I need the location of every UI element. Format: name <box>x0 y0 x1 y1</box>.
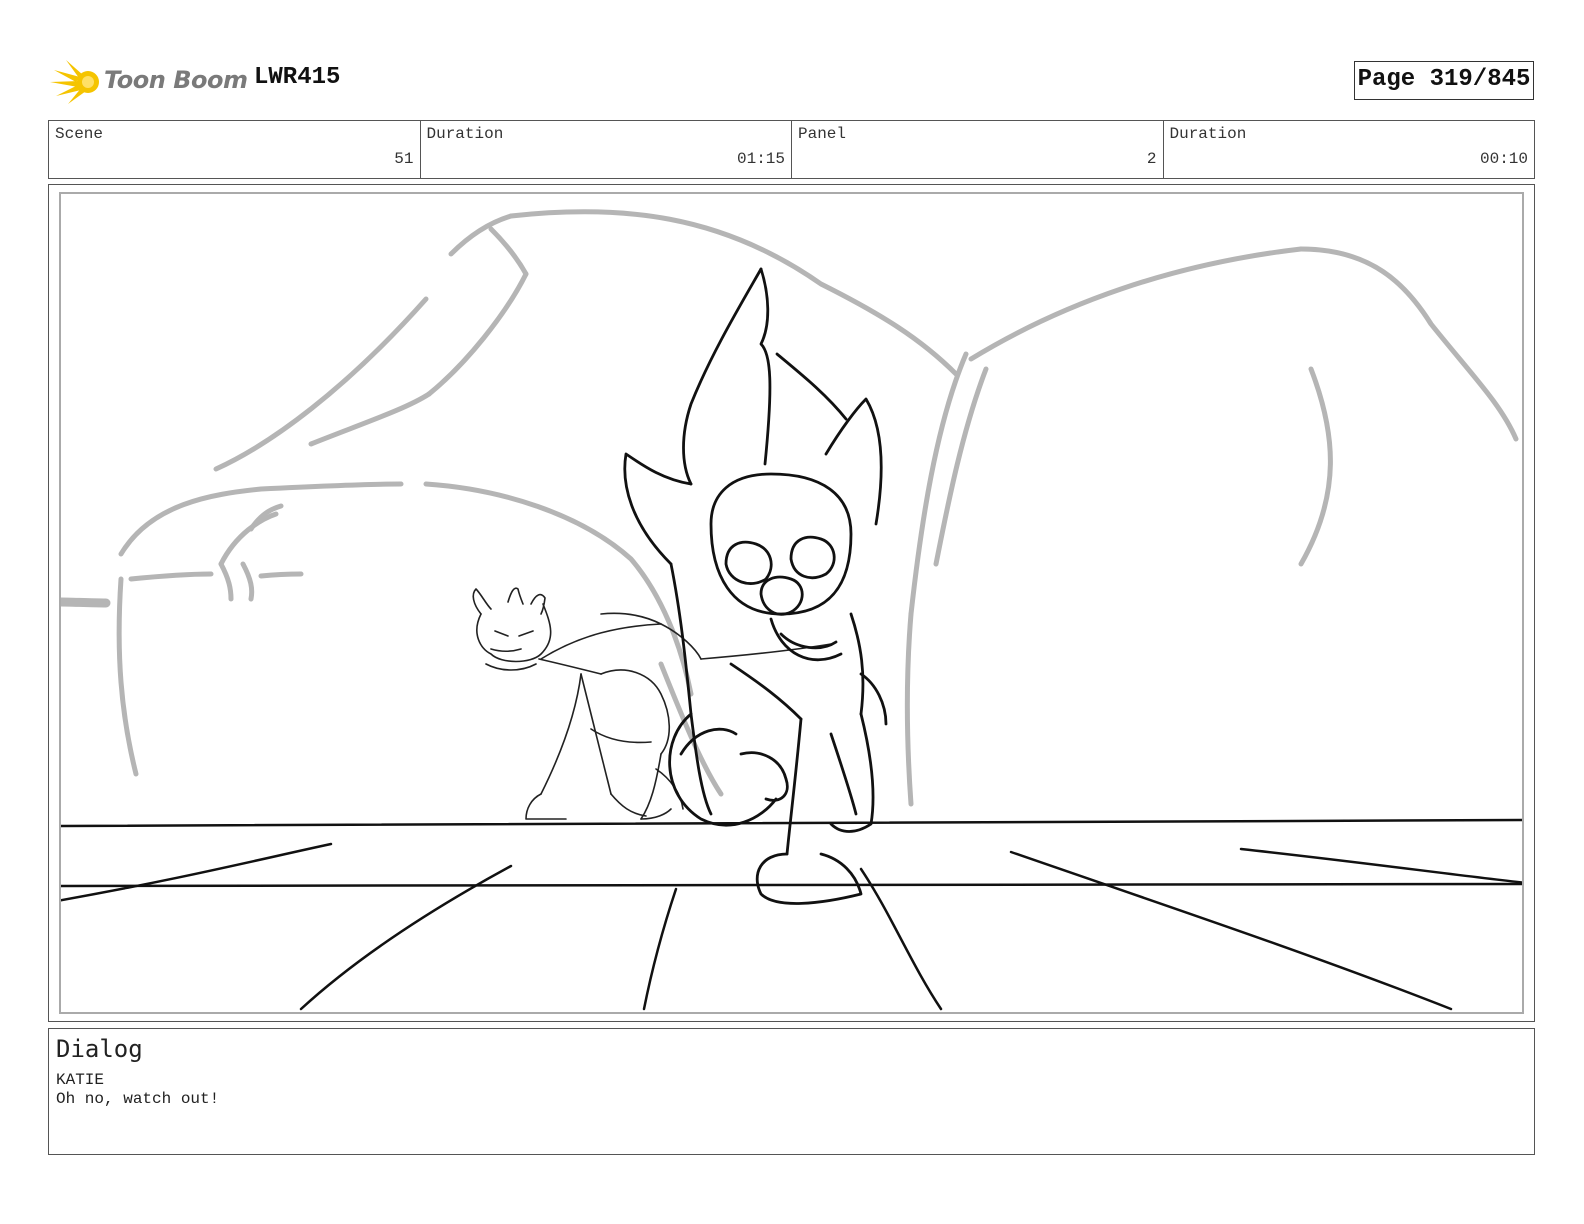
panel-label: Panel <box>798 125 847 143</box>
project-code: LWR415 <box>254 64 341 91</box>
storyboard-sketch-image <box>61 209 1522 1011</box>
scene-cell: Scene 51 <box>49 121 421 178</box>
dialog-line: Oh no, watch out! <box>56 1090 220 1108</box>
panel-cell: Panel 2 <box>792 121 1164 178</box>
page-indicator: Page 319/845 <box>1354 61 1534 100</box>
scene-label: Scene <box>55 125 104 143</box>
dialog-title: Dialog <box>56 1035 143 1063</box>
scene-value: 51 <box>394 150 414 168</box>
panel-value: 2 <box>1146 150 1157 168</box>
scene-duration-cell: Duration 01:15 <box>421 121 792 178</box>
dialog-speaker: KATIE <box>56 1071 105 1089</box>
scene-duration-value: 01:15 <box>736 150 785 168</box>
logo-wordmark: Toon Boom <box>104 66 248 94</box>
dialog-box: Dialog KATIE Oh no, watch out! <box>48 1028 1535 1155</box>
panel-duration-label: Duration <box>1169 125 1247 143</box>
panel-duration-cell: Duration 00:10 <box>1164 121 1535 178</box>
scene-duration-label: Duration <box>426 125 504 143</box>
panel-duration-value: 00:10 <box>1479 150 1528 168</box>
storyboard-panel-frame <box>48 184 1535 1022</box>
panel-info-table: Scene 51 Duration 01:15 Panel 2 Duration… <box>48 120 1535 179</box>
storyboard-panel-image <box>59 192 1524 1014</box>
